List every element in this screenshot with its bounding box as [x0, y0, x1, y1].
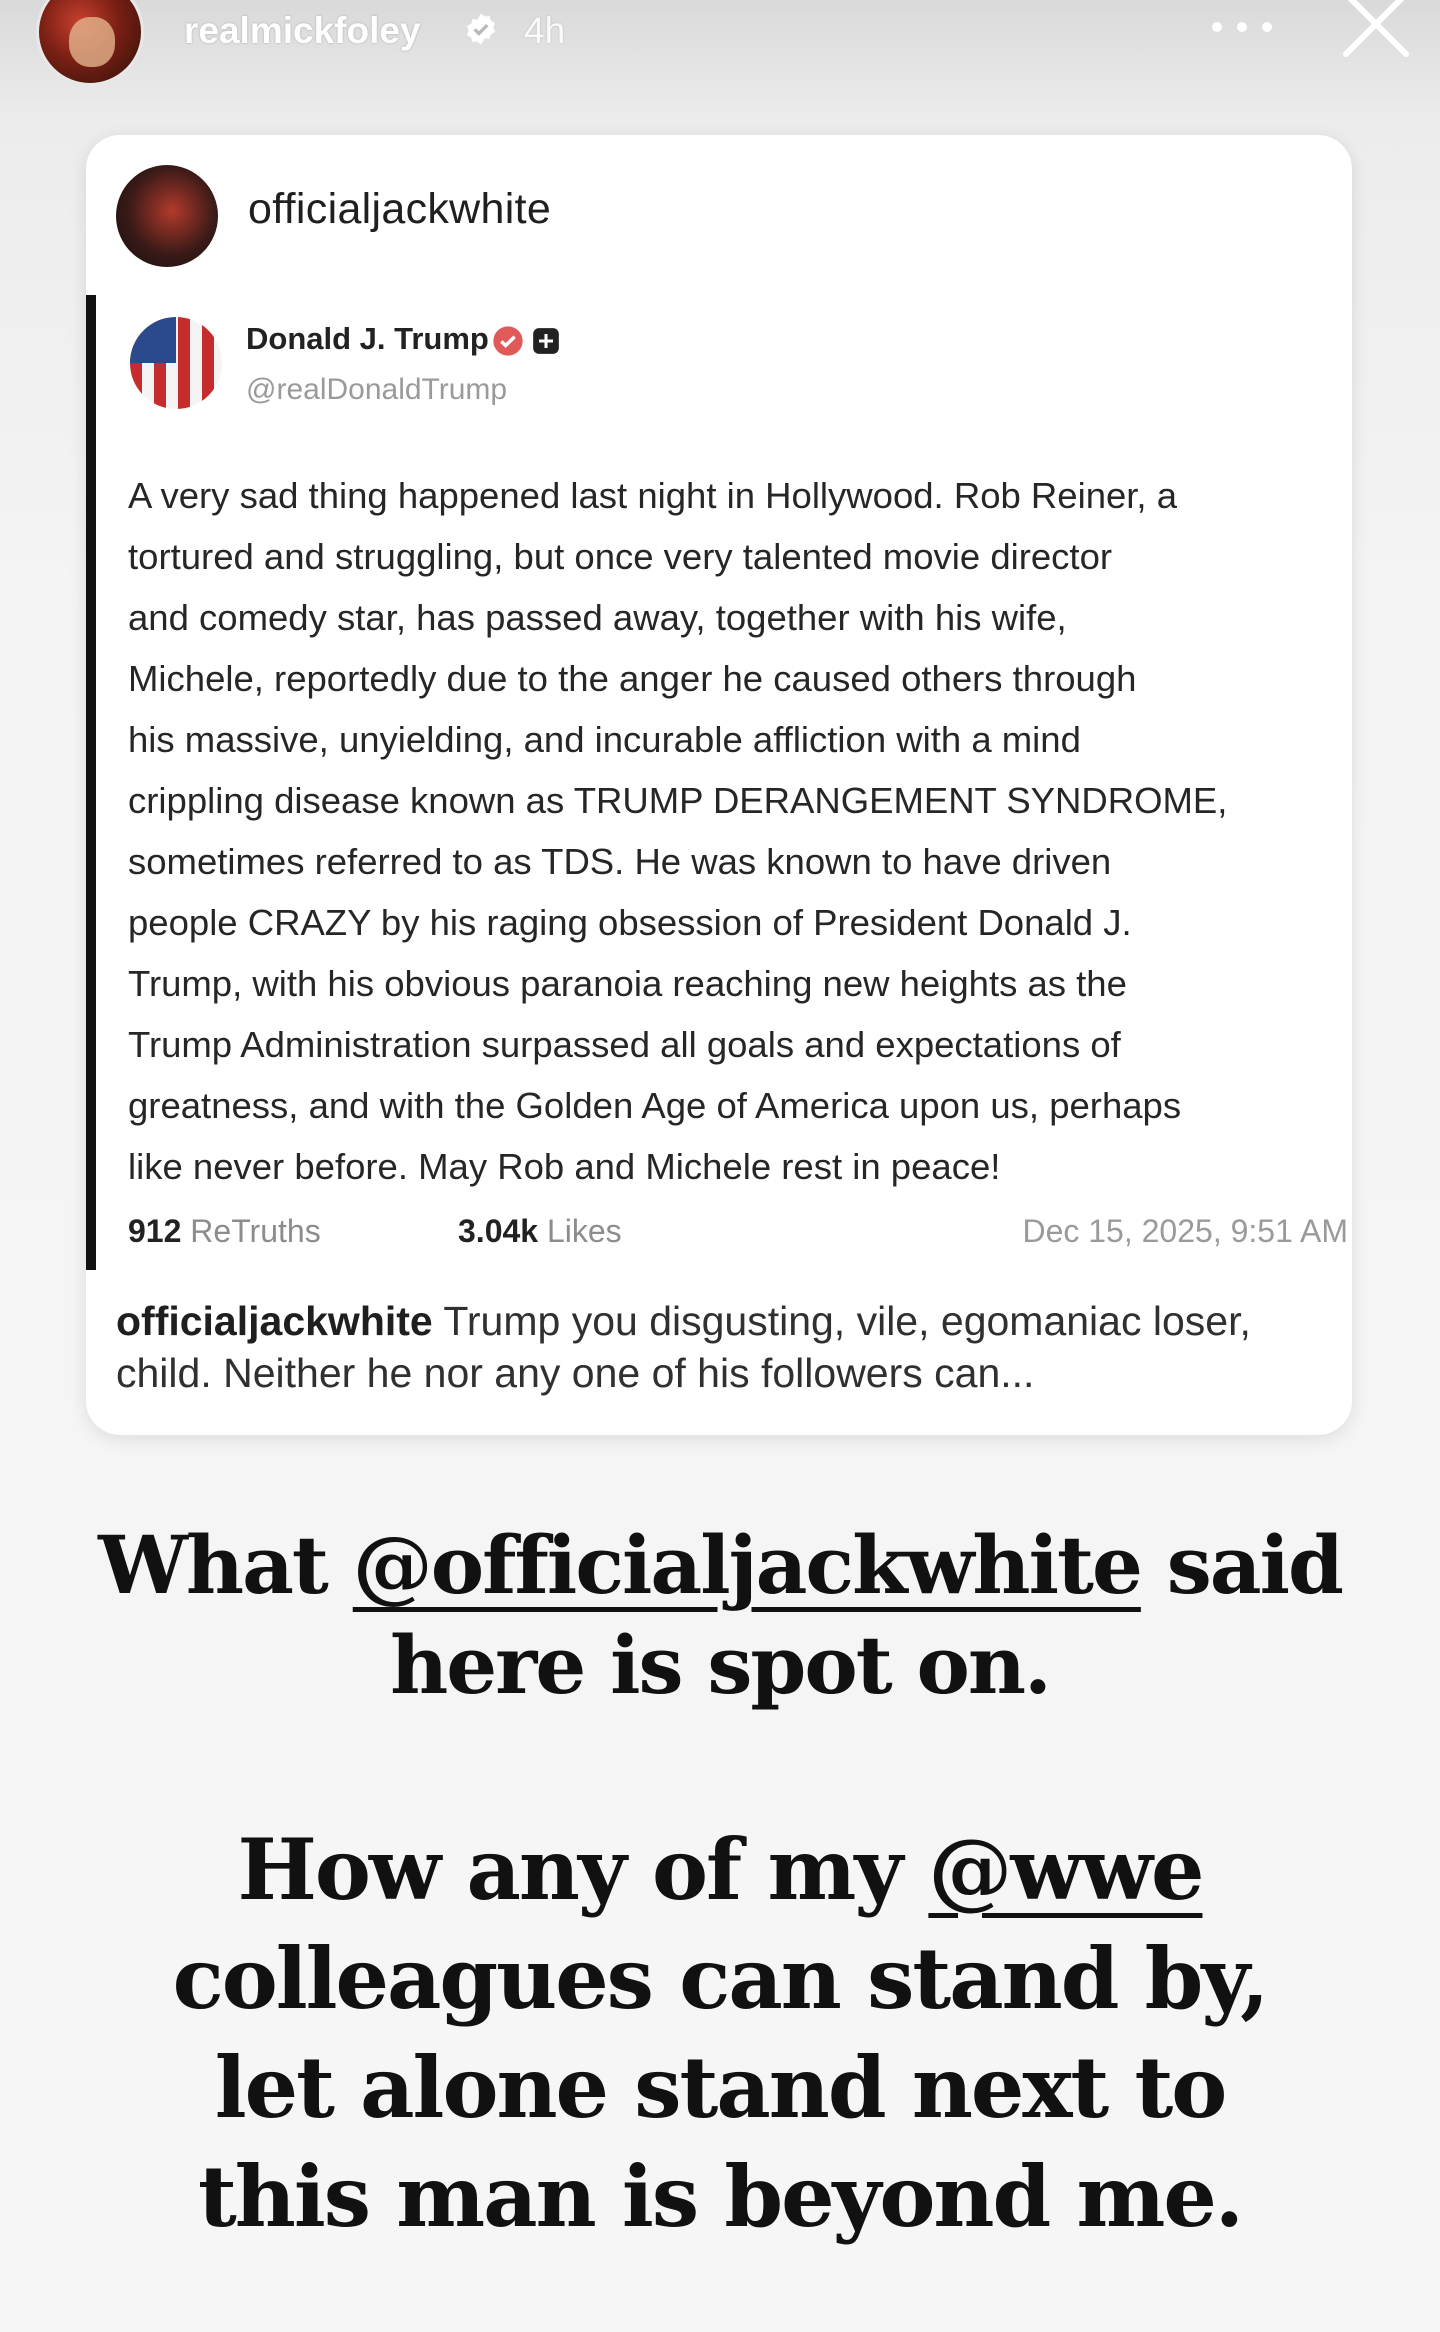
post-username[interactable]: officialjackwhite: [248, 185, 551, 234]
avatar[interactable]: [36, 0, 144, 86]
likes-stat: 3.04k Likes: [458, 1213, 622, 1250]
story-text-block-2: How any of my @wwe colleagues can stand …: [60, 1815, 1380, 2251]
mention-officialjackwhite[interactable]: @officialjackwhite: [353, 1518, 1143, 1612]
post-stats: 912 ReTruths 3.04k Likes Dec 15, 2025, 9…: [128, 1213, 1348, 1255]
story-text-line: here is spot on.: [390, 1618, 1052, 1712]
embedded-author-name: Donald J. Trump: [246, 321, 489, 356]
post-line: Trump Administration surpassed all goals…: [128, 1024, 1121, 1065]
post-line: his massive, unyielding, and incurable a…: [128, 719, 1081, 760]
retruths-label: ReTruths: [190, 1213, 321, 1249]
story-text-line: colleagues can stand by,: [172, 1929, 1270, 2028]
avatar[interactable]: [116, 165, 218, 267]
likes-count: 3.04k: [458, 1213, 539, 1249]
story-username[interactable]: realmickfoley: [184, 10, 421, 52]
story-text-line: What @officialjackwhite said: [60, 1515, 1380, 1615]
post-line: Trump, with his obvious paranoia reachin…: [128, 963, 1127, 1004]
post-line: like never before. May Rob and Michele r…: [128, 1146, 1001, 1187]
more-icon[interactable]: [1212, 20, 1272, 34]
likes-label: Likes: [546, 1213, 622, 1249]
close-icon[interactable]: [1340, 0, 1412, 60]
post-line: A very sad thing happened last night in …: [128, 475, 1178, 516]
quote-bar: [86, 295, 96, 1270]
post-caption[interactable]: officialjackwhite Trump you disgusting, …: [116, 1295, 1326, 1399]
shared-post-card[interactable]: officialjackwhite Donald J. Trump @realD…: [86, 135, 1352, 1435]
retruths-stat: 912 ReTruths: [128, 1213, 321, 1250]
story-text-line: this man is beyond me.: [197, 2147, 1244, 2246]
mention-wwe[interactable]: @wwe: [928, 1820, 1204, 1919]
embedded-post-body: A very sad thing happened last night in …: [128, 465, 1348, 1197]
post-line: crippling disease known as TRUMP DERANGE…: [128, 780, 1228, 821]
truth-verified-icon: [493, 326, 523, 356]
post-line: greatness, and with the Golden Age of Am…: [128, 1085, 1182, 1126]
post-date: Dec 15, 2025, 9:51 AM: [1022, 1213, 1348, 1249]
retruths-count: 912: [128, 1213, 182, 1249]
caption-username[interactable]: officialjackwhite: [116, 1298, 433, 1344]
post-line: tortured and struggling, but once very t…: [128, 536, 1113, 577]
story-text-line: let alone stand next to: [214, 2038, 1228, 2137]
post-line: and comedy star, has passed away, togeth…: [128, 597, 1067, 638]
embedded-author-handle: @realDonaldTrump: [246, 373, 508, 406]
avatar: [130, 317, 222, 409]
story-timestamp: 4h: [524, 10, 566, 51]
story-text: What: [98, 1518, 353, 1612]
story-text-block-1: What @officialjackwhite said here is spo…: [60, 1515, 1380, 1715]
post-line: Michele, reportedly due to the anger he …: [128, 658, 1137, 699]
post-line: people CRAZY by his raging obsession of …: [128, 902, 1132, 943]
story-text: How any of my: [237, 1820, 929, 1919]
story-header: realmickfoley 4h: [0, 0, 1440, 90]
story-text: said: [1140, 1518, 1344, 1612]
story-text-line: How any of my @wwe: [60, 1815, 1380, 1924]
verified-icon: [466, 13, 496, 45]
post-line: sometimes referred to as TDS. He was kno…: [128, 841, 1112, 882]
truth-plus-icon: [533, 328, 559, 354]
